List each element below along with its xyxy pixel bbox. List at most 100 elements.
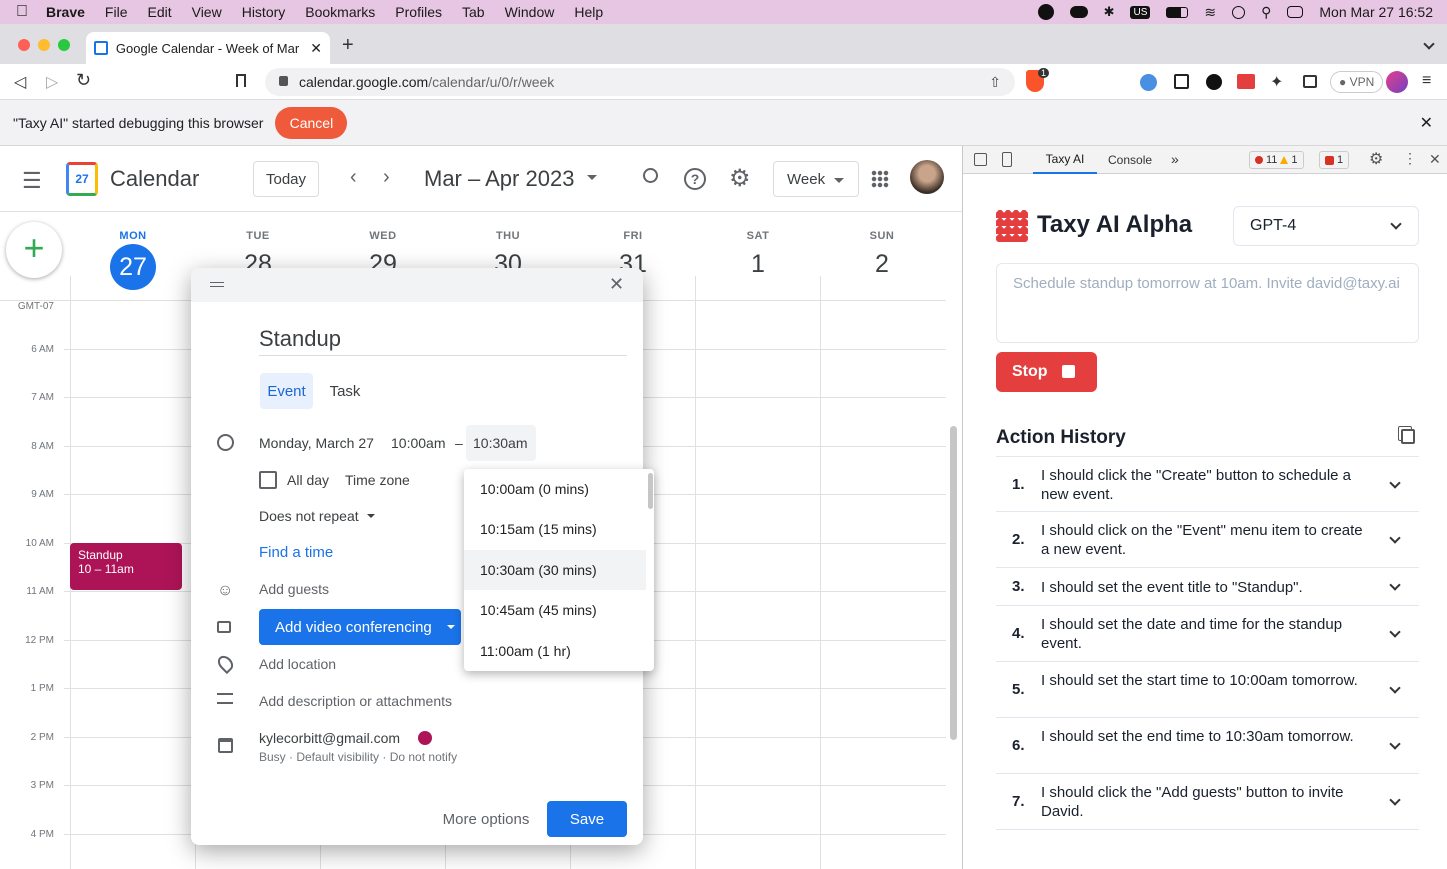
inspect-element-icon[interactable] <box>974 153 987 166</box>
devtools-settings-gear-icon[interactable]: ⚙ <box>1369 149 1383 169</box>
add-description-field[interactable]: Add description or attachments <box>259 693 452 709</box>
back-icon[interactable]: ◁ <box>14 72 26 92</box>
start-time[interactable]: 10:00am <box>391 435 445 451</box>
view-select-button[interactable]: Week <box>773 161 859 197</box>
share-icon[interactable]: ⇧ <box>989 74 1001 91</box>
end-time-option[interactable]: 11:00am (1 hr) <box>464 631 646 671</box>
menubar-clock[interactable]: Mon Mar 27 16:52 <box>1319 4 1433 20</box>
search-icon[interactable] <box>643 168 658 183</box>
error-warning-counter[interactable]: 11 1 <box>1249 151 1304 169</box>
main-menu-icon[interactable]: ☰ <box>22 168 42 194</box>
repeat-dropdown-icon[interactable] <box>367 514 375 518</box>
more-options-button[interactable]: More options <box>431 801 541 837</box>
help-icon[interactable]: ? <box>684 168 706 190</box>
tab-google-calendar[interactable]: Google Calendar - Week of Mar ✕ <box>86 32 330 64</box>
expand-chevron-icon[interactable] <box>1389 579 1401 591</box>
day-mon-number[interactable]: 27 <box>110 244 156 290</box>
video-dropdown-icon[interactable] <box>447 625 455 629</box>
browser-menu-icon[interactable]: ≡ <box>1422 72 1431 90</box>
save-button[interactable]: Save <box>547 801 627 837</box>
address-bar[interactable]: calendar.google.com/calendar/u/0/r/week … <box>265 68 1015 96</box>
action-history-item[interactable]: 3. I should set the event title to "Stan… <box>996 568 1419 606</box>
reload-icon[interactable]: ↻ <box>76 70 91 91</box>
expand-chevron-icon[interactable] <box>1389 626 1401 638</box>
calendar-color-dot[interactable] <box>418 731 432 745</box>
zoom-window-button[interactable] <box>58 39 70 51</box>
repeat-select[interactable]: Does not repeat <box>259 508 359 524</box>
action-history-item[interactable]: 2. I should click on the "Event" menu it… <box>996 512 1419 568</box>
close-devtools-icon[interactable]: ✕ <box>1429 151 1441 168</box>
extension-1-icon[interactable] <box>1140 74 1157 91</box>
minimize-window-button[interactable] <box>38 39 50 51</box>
time-zone-link[interactable]: Time zone <box>345 472 410 488</box>
devtools-tab-taxy[interactable]: Taxy AI <box>1033 146 1097 174</box>
action-history-item[interactable]: 7. I should click the "Add guests" butto… <box>996 774 1419 830</box>
bookmark-icon[interactable] <box>236 74 246 87</box>
instructions-textarea[interactable]: Schedule standup tomorrow at 10am. Invit… <box>996 263 1419 343</box>
action-history-item[interactable]: 4. I should set the date and time for th… <box>996 606 1419 662</box>
tab-event[interactable]: Event <box>260 373 313 409</box>
sidebar-icon[interactable] <box>1303 75 1317 88</box>
forward-icon[interactable]: ▷ <box>46 72 58 92</box>
menu-file[interactable]: File <box>105 4 128 20</box>
event-chip-standup[interactable]: Standup 10 – 11am <box>70 543 182 590</box>
more-tabs-icon[interactable]: » <box>1171 151 1179 167</box>
keyboard-layout-icon[interactable]: US <box>1130 5 1151 19</box>
menu-edit[interactable]: Edit <box>147 4 171 20</box>
menu-app-name[interactable]: Brave <box>46 4 85 20</box>
extension-circle-icon[interactable] <box>1206 74 1222 90</box>
action-history-item[interactable]: 6. I should set the end time to 10:30am … <box>996 718 1419 774</box>
action-history-item[interactable]: 1. I should click the "Create" button to… <box>996 456 1419 512</box>
calendar-settings-summary[interactable]: Busy · Default visibility · Do not notif… <box>259 750 457 764</box>
add-location-field[interactable]: Add location <box>259 656 336 672</box>
menu-view[interactable]: View <box>192 4 222 20</box>
next-week-icon[interactable]: › <box>383 166 390 189</box>
menu-history[interactable]: History <box>242 4 286 20</box>
apple-icon[interactable]:  <box>16 3 28 21</box>
find-a-time-link[interactable]: Find a time <box>259 544 333 561</box>
end-time-option[interactable]: 10:00am (0 mins) <box>464 469 646 509</box>
device-toolbar-icon[interactable] <box>1002 152 1012 167</box>
expand-chevron-icon[interactable] <box>1389 682 1401 694</box>
calendar-logo[interactable]: 27 <box>66 162 98 196</box>
expand-chevron-icon[interactable] <box>1389 738 1401 750</box>
close-tab-icon[interactable]: ✕ <box>310 40 322 57</box>
dropdown-scrollbar[interactable] <box>648 473 653 509</box>
control-center-icon[interactable] <box>1287 6 1304 18</box>
menu-help[interactable]: Help <box>574 4 603 20</box>
menu-bookmarks[interactable]: Bookmarks <box>305 4 375 20</box>
end-time-option[interactable]: 10:45am (45 mins) <box>464 590 646 630</box>
copy-icon[interactable] <box>1401 429 1415 444</box>
spotlight-icon[interactable]: ⚲ <box>1261 4 1271 21</box>
wifi-icon[interactable]: ≋ <box>1204 4 1216 21</box>
new-tab-button[interactable]: + <box>342 34 354 57</box>
apps-grid-icon[interactable] <box>871 170 889 188</box>
day-sun-number[interactable]: 2 <box>852 250 912 279</box>
notion-icon[interactable] <box>1174 74 1189 89</box>
devtools-more-icon[interactable]: ⋮ <box>1403 150 1417 167</box>
profile-avatar[interactable] <box>1386 71 1408 93</box>
drag-handle-icon[interactable] <box>210 282 224 287</box>
today-button[interactable]: Today <box>253 161 319 197</box>
menu-window[interactable]: Window <box>505 4 555 20</box>
cancel-debugging-button[interactable]: Cancel <box>275 106 348 139</box>
devtools-tab-console[interactable]: Console <box>1108 153 1152 167</box>
extensions-puzzle-icon[interactable]: ✦ <box>1270 72 1283 92</box>
expand-chevron-icon[interactable] <box>1389 794 1401 806</box>
cloud-icon[interactable] <box>1069 6 1088 18</box>
bluetooth-icon[interactable]: ✱ <box>1104 4 1115 20</box>
end-time-option[interactable]: 10:15am (15 mins) <box>464 509 646 549</box>
record-icon[interactable] <box>1037 4 1054 20</box>
stop-button[interactable]: Stop <box>996 352 1097 392</box>
menu-tab[interactable]: Tab <box>462 4 485 20</box>
tab-search-chevron-icon[interactable] <box>1423 38 1435 50</box>
close-window-button[interactable] <box>18 39 30 51</box>
vpn-button[interactable]: ● VPN <box>1330 71 1384 93</box>
day-sat-number[interactable]: 1 <box>728 250 788 279</box>
model-select[interactable]: GPT-4 <box>1233 206 1419 246</box>
tab-task[interactable]: Task <box>319 373 371 409</box>
taxy-extension-icon[interactable] <box>1237 74 1255 89</box>
menu-profiles[interactable]: Profiles <box>395 4 442 20</box>
previous-week-icon[interactable]: ‹ <box>350 166 357 189</box>
add-guests-field[interactable]: Add guests <box>259 581 329 597</box>
